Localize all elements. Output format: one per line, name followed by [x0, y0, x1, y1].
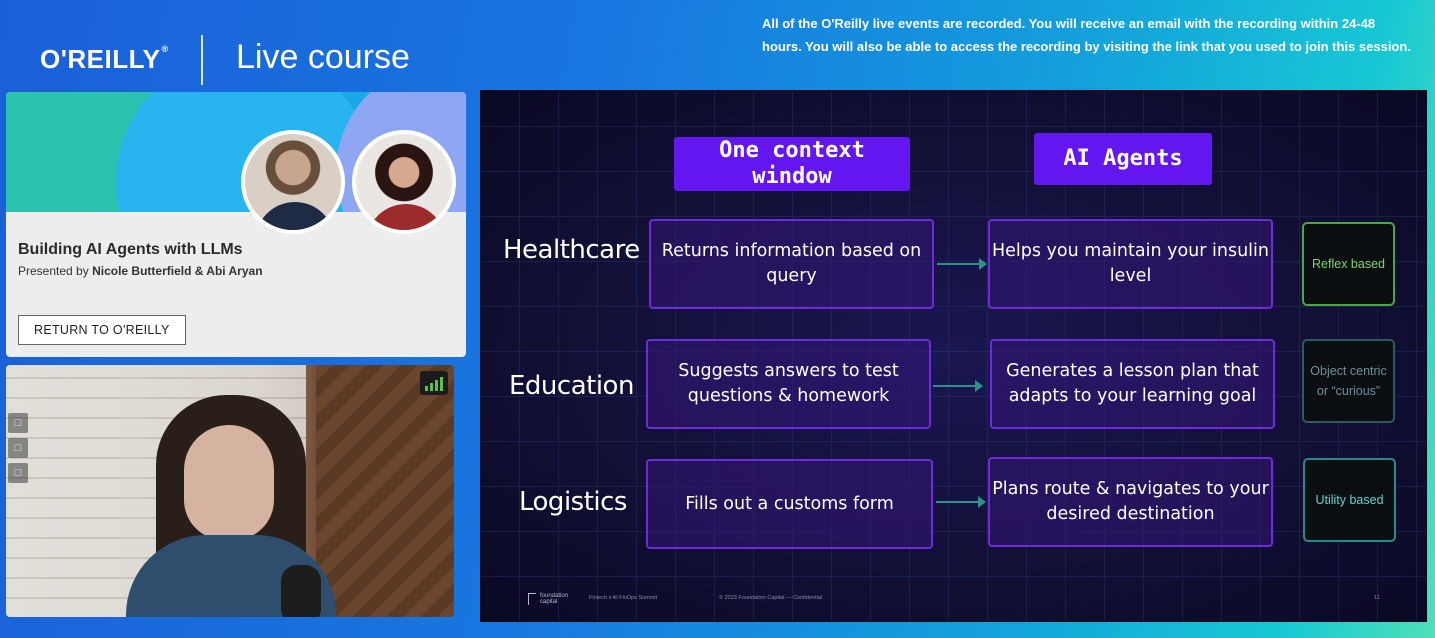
course-info-card: Building AI Agents with LLMs Presented b…	[6, 92, 466, 357]
context-box: Suggests answers to test questions & hom…	[646, 339, 931, 429]
row-label-logistics: Logistics	[519, 487, 627, 517]
presenter-video: □ □ □	[6, 365, 454, 617]
camera-off-icon[interactable]: □	[8, 463, 28, 483]
agent-type-badge: Reflex based	[1302, 222, 1395, 306]
presenter-avatar-2	[352, 130, 456, 234]
recording-notice: All of the O'Reilly live events are reco…	[762, 16, 1411, 54]
live-course-label: Live course	[236, 38, 410, 76]
agent-box: Generates a lesson plan that adapts to y…	[990, 339, 1275, 429]
header-ai-agents: AI Agents	[1034, 133, 1212, 185]
agent-type-badge: Utility based	[1303, 458, 1396, 542]
agent-type-badge: Object centric or “curious”	[1302, 339, 1395, 423]
slide-page-number: 11	[1374, 595, 1380, 601]
row-label-education: Education	[509, 371, 634, 401]
presentation-slide: One context window AI Agents Healthcare …	[480, 90, 1427, 622]
arrow	[933, 380, 983, 392]
course-presenters: Presented by Nicole Butterfield & Abi Ar…	[18, 264, 263, 278]
camera-off-icon[interactable]: □	[8, 438, 28, 458]
foundation-capital-logo: foundation capital	[528, 593, 568, 605]
context-box: Returns information based on query	[649, 219, 934, 309]
presenter-avatar-1	[241, 130, 345, 234]
oreilly-logo: O'REILLY®	[40, 44, 169, 74]
camera-off-icon[interactable]: □	[8, 413, 28, 433]
slide-footer-event: Fintech x AI FinOps Summit	[589, 595, 658, 601]
logo-divider	[201, 35, 203, 85]
context-box: Fills out a customs form	[646, 459, 933, 549]
course-title: Building AI Agents with LLMs	[18, 241, 243, 258]
agent-box: Helps you maintain your insulin level	[988, 219, 1273, 309]
return-to-oreilly-button[interactable]: RETURN TO O'REILLY	[18, 315, 186, 345]
agent-box: Plans route & navigates to your desired …	[988, 457, 1273, 547]
arrow	[937, 258, 987, 270]
arrow	[936, 496, 986, 508]
row-label-healthcare: Healthcare	[503, 235, 640, 265]
signal-bars-icon	[420, 371, 448, 395]
slide-footer-copyright: © 2023 Foundation Capital — Confidential	[719, 595, 823, 601]
header-one-context-window: One context window	[674, 137, 910, 191]
